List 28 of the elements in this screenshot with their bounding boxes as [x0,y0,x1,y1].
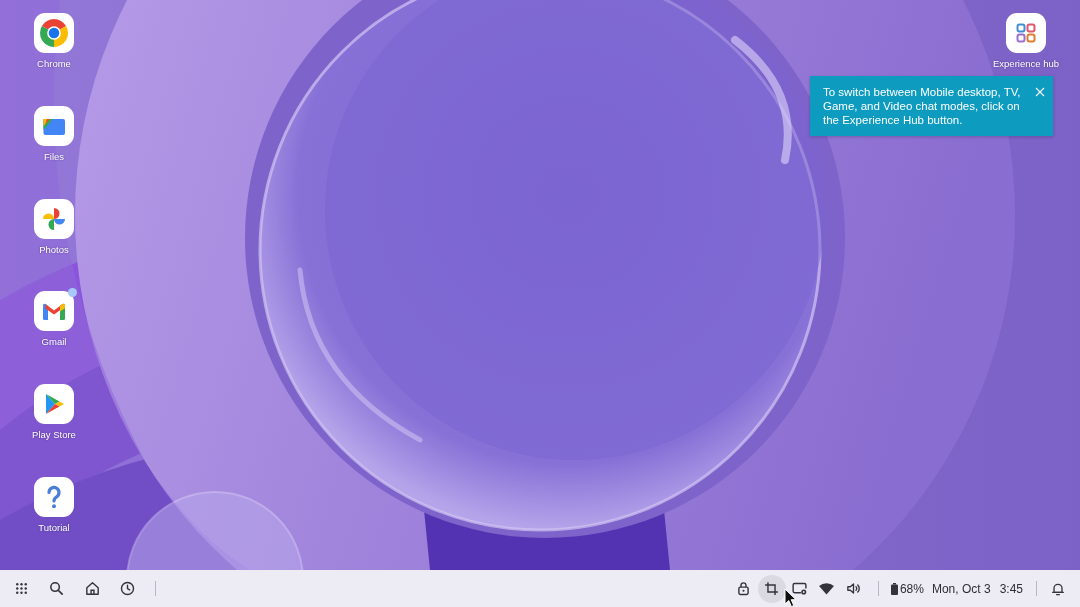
home-icon [83,580,101,597]
search-icon [48,580,65,597]
crop-icon [763,580,781,597]
battery-percentage: 68% [899,581,924,596]
app-shortcut[interactable]: Files [34,105,74,163]
wifi-icon [818,580,836,597]
mouse-pointer-icon [784,588,797,607]
speaker-icon [845,580,863,597]
app-shortcut[interactable]: Gmail [34,291,74,349]
folder-icon [34,105,74,146]
app-shortcut[interactable]: Tutorial [34,477,74,535]
app-shortcut[interactable]: Experience hub [993,13,1059,70]
mail-icon [34,291,74,332]
clock-time: 3:45 [999,581,1023,596]
close-icon[interactable] [1035,87,1045,97]
pinwheel-icon [34,198,74,239]
browser-icon [34,13,74,53]
display-icon [791,580,809,597]
help-icon [34,477,74,518]
clock-icon [119,580,136,597]
tooltip-text: To switch between Mobile desktop, TV, Game, and Video chat modes, click on the Experience Hub button. [823,85,1022,127]
date-text: Mon, Oct 3 [931,581,991,596]
app-shortcut[interactable]: Chrome [34,13,74,70]
app-shortcut[interactable]: Photos [34,198,74,256]
battery-icon [890,582,898,595]
grid-squares-icon [1006,13,1046,53]
screenshot-button[interactable] [757,574,786,603]
app-shortcut[interactable]: Play Store [32,384,76,442]
